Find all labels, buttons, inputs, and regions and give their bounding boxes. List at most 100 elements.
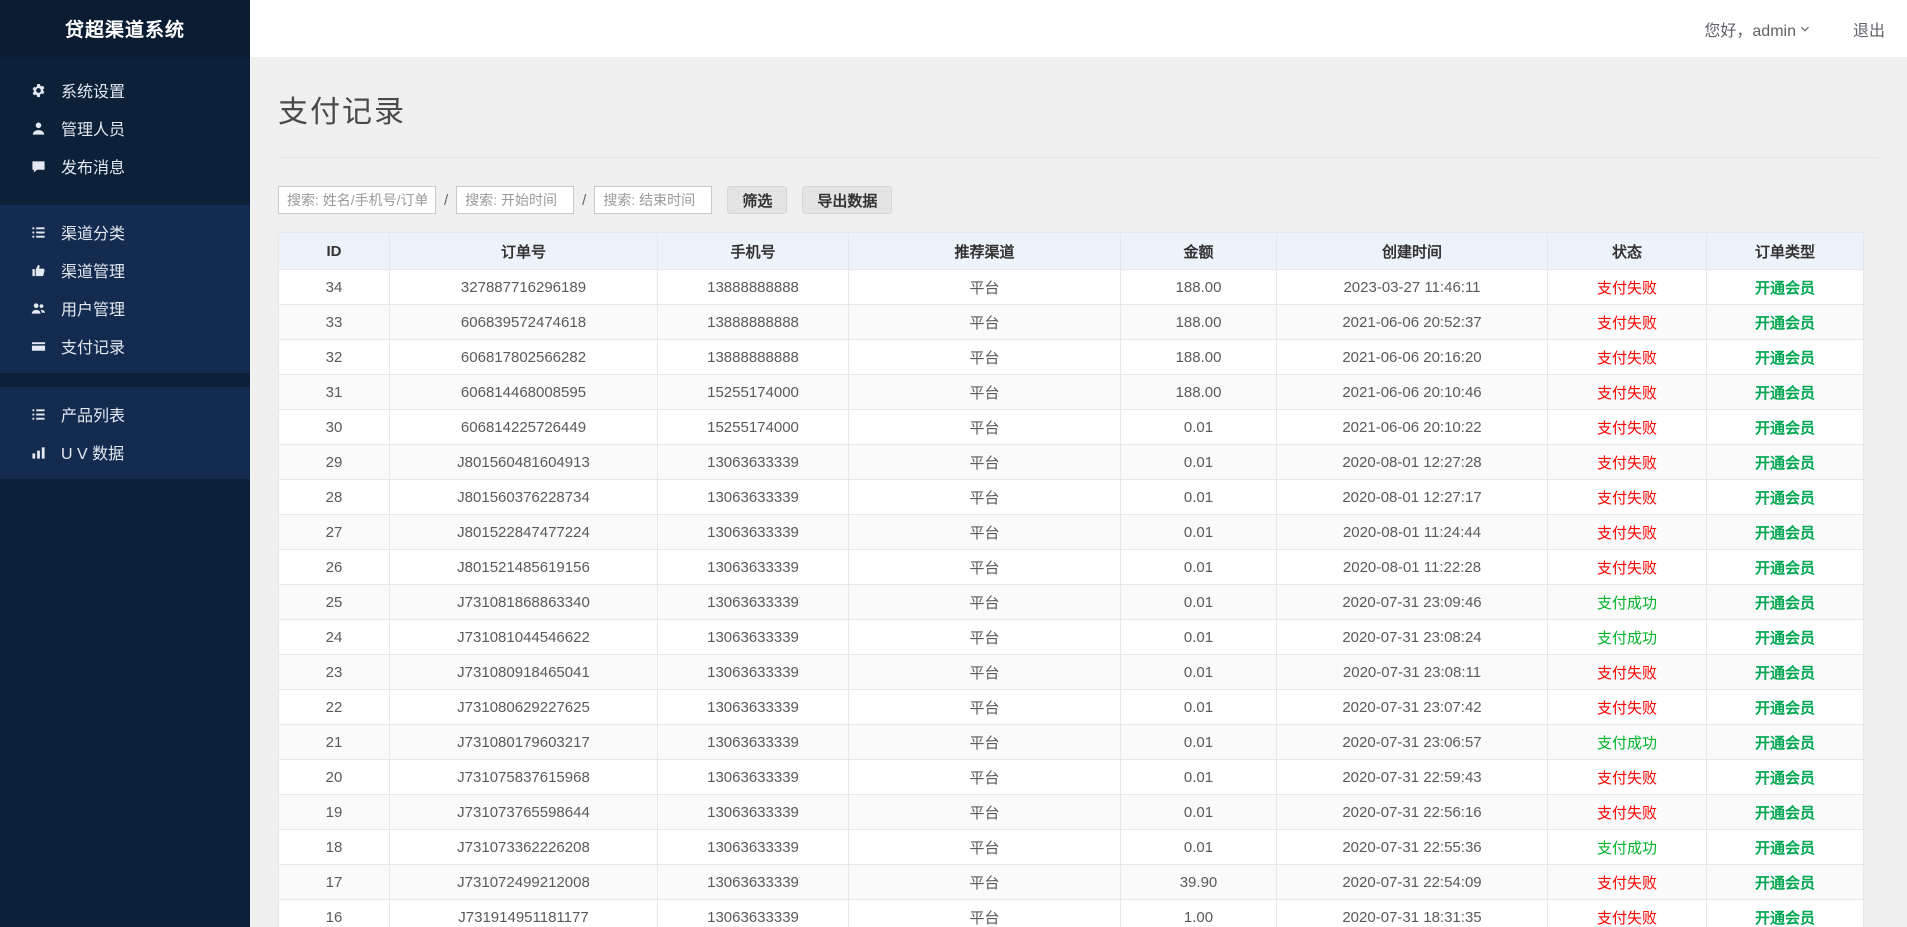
order-no-cell: J801522847477224 xyxy=(390,515,658,550)
column-header: 手机号 xyxy=(658,233,849,270)
sidebar-item-label: 支付记录 xyxy=(61,334,125,358)
sidebar-item-channel-manage[interactable]: 渠道管理 xyxy=(0,251,250,289)
order-type-cell: 开通会员 xyxy=(1707,725,1864,760)
status-cell: 支付成功 xyxy=(1548,585,1707,620)
id-cell: 32 xyxy=(279,340,390,375)
export-button[interactable]: 导出数据 xyxy=(802,186,892,214)
order-no-cell: J731081868863340 xyxy=(390,585,658,620)
phone-cell: 13063633339 xyxy=(658,760,849,795)
status-cell: 支付失败 xyxy=(1548,375,1707,410)
table-header-row: ID订单号手机号推荐渠道金额创建时间状态订单类型 xyxy=(279,233,1864,270)
created-at-cell: 2020-08-01 12:27:28 xyxy=(1277,445,1548,480)
amount-cell: 0.01 xyxy=(1121,480,1277,515)
table-row: 16J73191495118117713063633339平台1.002020-… xyxy=(279,900,1864,927)
gear-icon xyxy=(28,83,48,98)
sidebar-item-label: 系统设置 xyxy=(61,78,125,102)
user-menu[interactable]: 您好，admin xyxy=(1704,17,1811,41)
phone-cell: 13888888888 xyxy=(658,270,849,305)
sidebar-item-payment-records[interactable]: 支付记录 xyxy=(0,327,250,365)
end-time-input[interactable] xyxy=(594,186,712,214)
thumb-icon xyxy=(28,263,48,278)
sidebar-item-admin-staff[interactable]: 管理人员 xyxy=(0,109,250,147)
order-type-cell: 开通会员 xyxy=(1707,340,1864,375)
table-row: 24J73108104454662213063633339平台0.012020-… xyxy=(279,620,1864,655)
logout-button[interactable]: 退出 xyxy=(1853,17,1885,41)
channel-cell: 平台 xyxy=(849,725,1121,760)
order-no-cell: J801560481604913 xyxy=(390,445,658,480)
channel-cell: 平台 xyxy=(849,690,1121,725)
created-at-cell: 2020-08-01 11:22:28 xyxy=(1277,550,1548,585)
phone-cell: 13888888888 xyxy=(658,305,849,340)
id-cell: 24 xyxy=(279,620,390,655)
app-brand: 贷超渠道系统 xyxy=(0,0,250,57)
phone-cell: 13063633339 xyxy=(658,690,849,725)
id-cell: 27 xyxy=(279,515,390,550)
column-header: 订单号 xyxy=(390,233,658,270)
sidebar-item-product-list[interactable]: 产品列表 xyxy=(0,395,250,433)
id-cell: 23 xyxy=(279,655,390,690)
amount-cell: 0.01 xyxy=(1121,760,1277,795)
created-at-cell: 2020-07-31 22:54:09 xyxy=(1277,865,1548,900)
comment-icon xyxy=(28,159,48,174)
sidebar-item-label: 发布消息 xyxy=(61,154,125,178)
id-cell: 17 xyxy=(279,865,390,900)
table-row: 3160681446800859515255174000平台188.002021… xyxy=(279,375,1864,410)
phone-cell: 13063633339 xyxy=(658,725,849,760)
channel-cell: 平台 xyxy=(849,445,1121,480)
card-icon xyxy=(28,339,48,354)
keyword-search-input[interactable] xyxy=(278,186,436,214)
list-icon xyxy=(28,407,48,422)
order-type-cell: 开通会员 xyxy=(1707,865,1864,900)
status-cell: 支付失败 xyxy=(1548,515,1707,550)
amount-cell: 0.01 xyxy=(1121,690,1277,725)
table-row: 3260681780256628213888888888平台188.002021… xyxy=(279,340,1864,375)
status-cell: 支付失败 xyxy=(1548,550,1707,585)
column-header: 推荐渠道 xyxy=(849,233,1121,270)
sidebar-item-publish-message[interactable]: 发布消息 xyxy=(0,147,250,185)
sidebar-item-channel-category[interactable]: 渠道分类 xyxy=(0,213,250,251)
filter-button[interactable]: 筛选 xyxy=(727,186,787,214)
phone-cell: 13063633339 xyxy=(658,585,849,620)
order-type-cell: 开通会员 xyxy=(1707,830,1864,865)
chevron-down-icon xyxy=(1799,23,1811,35)
order-no-cell: J731080629227625 xyxy=(390,690,658,725)
table-row: 26J80152148561915613063633339平台0.012020-… xyxy=(279,550,1864,585)
channel-cell: 平台 xyxy=(849,585,1121,620)
content: 支付记录 / / 筛选 导出数据 ID订单号手机号推荐渠道金额创建时间状态订单类… xyxy=(250,57,1907,927)
table-row: 22J73108062922762513063633339平台0.012020-… xyxy=(279,690,1864,725)
id-cell: 18 xyxy=(279,830,390,865)
created-at-cell: 2021-06-06 20:16:20 xyxy=(1277,340,1548,375)
sidebar-item-uv-data[interactable]: U V 数据 xyxy=(0,433,250,471)
sidebar-item-user-manage[interactable]: 用户管理 xyxy=(0,289,250,327)
created-at-cell: 2021-06-06 20:10:46 xyxy=(1277,375,1548,410)
amount-cell: 39.90 xyxy=(1121,865,1277,900)
users-icon xyxy=(28,301,48,316)
person-icon xyxy=(28,121,48,136)
order-no-cell: 606817802566282 xyxy=(390,340,658,375)
amount-cell: 0.01 xyxy=(1121,620,1277,655)
phone-cell: 13063633339 xyxy=(658,620,849,655)
channel-cell: 平台 xyxy=(849,550,1121,585)
column-header: 状态 xyxy=(1548,233,1707,270)
status-cell: 支付成功 xyxy=(1548,830,1707,865)
sidebar-item-system-settings[interactable]: 系统设置 xyxy=(0,71,250,109)
phone-cell: 13063633339 xyxy=(658,655,849,690)
channel-cell: 平台 xyxy=(849,515,1121,550)
amount-cell: 0.01 xyxy=(1121,515,1277,550)
order-type-cell: 开通会员 xyxy=(1707,900,1864,927)
order-type-cell: 开通会员 xyxy=(1707,550,1864,585)
start-time-input[interactable] xyxy=(456,186,574,214)
created-at-cell: 2021-06-06 20:52:37 xyxy=(1277,305,1548,340)
page-header: 支付记录 xyxy=(278,87,1879,158)
created-at-cell: 2020-08-01 12:27:17 xyxy=(1277,480,1548,515)
greeting-text: 您好，admin xyxy=(1704,17,1796,41)
order-no-cell: J731081044546622 xyxy=(390,620,658,655)
status-cell: 支付失败 xyxy=(1548,305,1707,340)
created-at-cell: 2020-07-31 23:08:11 xyxy=(1277,655,1548,690)
channel-cell: 平台 xyxy=(849,865,1121,900)
table-row: 19J73107376559864413063633339平台0.012020-… xyxy=(279,795,1864,830)
amount-cell: 0.01 xyxy=(1121,830,1277,865)
table-row: 25J73108186886334013063633339平台0.012020-… xyxy=(279,585,1864,620)
status-cell: 支付失败 xyxy=(1548,865,1707,900)
status-cell: 支付失败 xyxy=(1548,795,1707,830)
